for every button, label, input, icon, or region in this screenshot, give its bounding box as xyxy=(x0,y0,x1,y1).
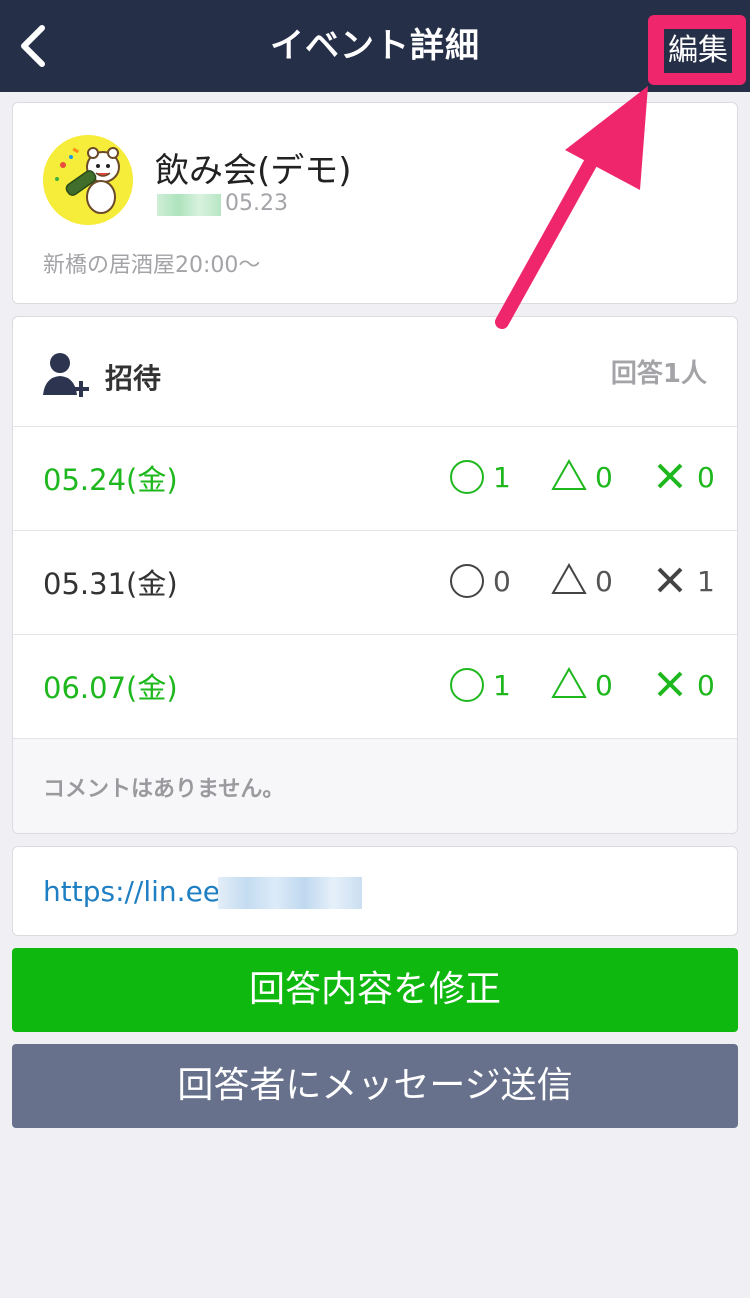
url-card: https://lin.ee/ xyxy=(12,846,738,936)
send-message-button[interactable]: 回答者にメッセージ送信 xyxy=(12,1044,738,1128)
blurred-url-suffix xyxy=(218,877,362,909)
event-created-date: 05.23 xyxy=(225,191,288,216)
blurred-owner-name xyxy=(157,194,221,216)
event-url-link[interactable]: https://lin.ee/ xyxy=(43,875,229,908)
event-description: 新橋の居酒屋20:00〜 xyxy=(43,253,261,278)
edit-answer-button[interactable]: 回答内容を修正 xyxy=(12,948,738,1032)
comment-area: コメントはありません。 xyxy=(13,739,737,833)
edit-button[interactable]: 編集 xyxy=(664,29,732,73)
date-label: 06.07(金) xyxy=(43,671,178,705)
event-avatar xyxy=(43,135,133,225)
comment-text: コメントはありません。 xyxy=(43,777,285,802)
date-row[interactable]: 05.24(金) 1 0 0 xyxy=(13,427,737,531)
answer-count[interactable]: 回答1人 xyxy=(611,353,707,390)
ng-count: 0 xyxy=(653,665,717,705)
page-title: イベント詳細 xyxy=(270,26,480,66)
invite-label: 招待 xyxy=(105,362,162,395)
ok-count: 0 xyxy=(449,561,513,601)
maybe-count: 0 xyxy=(551,665,615,705)
invite-row[interactable]: 招待 回答1人 xyxy=(13,317,737,427)
maybe-count: 0 xyxy=(551,561,615,601)
ok-count: 1 xyxy=(449,665,513,705)
circle-icon xyxy=(450,668,484,702)
date-row[interactable]: 05.31(金) 0 0 1 xyxy=(13,531,737,635)
triangle-icon xyxy=(551,458,587,490)
triangle-icon xyxy=(551,562,587,594)
event-title: 飲み会(デモ) xyxy=(155,151,352,191)
nav-bar: イベント詳細 編集 xyxy=(0,0,750,92)
circle-icon xyxy=(450,564,484,598)
bear-character-icon xyxy=(43,135,133,225)
cross-icon xyxy=(657,463,683,489)
cross-icon xyxy=(657,567,683,593)
event-card: 飲み会(デモ) 05.23 新橋の居酒屋20:00〜 xyxy=(12,102,738,304)
cross-icon xyxy=(657,671,683,697)
date-row[interactable]: 06.07(金) 1 0 0 xyxy=(13,635,737,739)
add-user-icon xyxy=(43,353,89,397)
date-label: 05.24(金) xyxy=(43,463,178,497)
schedule-card: 招待 回答1人 05.24(金) 1 0 0 05.31(金) 0 0 1 06… xyxy=(12,316,738,834)
ng-count: 0 xyxy=(653,457,717,497)
ng-count: 1 xyxy=(653,561,717,601)
ok-count: 1 xyxy=(449,457,513,497)
date-label: 05.31(金) xyxy=(43,567,178,601)
triangle-icon xyxy=(551,666,587,698)
maybe-count: 0 xyxy=(551,457,615,497)
circle-icon xyxy=(450,460,484,494)
